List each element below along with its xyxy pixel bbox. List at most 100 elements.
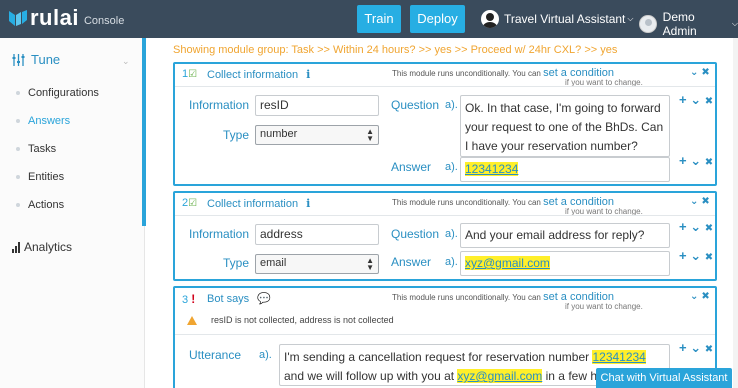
logo-subtitle: Console: [83, 15, 125, 27]
answer-label: Answer: [391, 255, 432, 269]
information-input[interactable]: address: [255, 224, 379, 245]
type-select[interactable]: email ▲ ▼: [255, 254, 379, 274]
bullet-icon: [16, 175, 20, 179]
module-title[interactable]: Collect information i: [207, 68, 310, 81]
question-text[interactable]: Ok. In that case, I'm going to forward y…: [460, 95, 670, 157]
chevron-down-icon[interactable]: ⌄: [690, 92, 701, 107]
checkbox-checked-icon: ☑: [188, 198, 198, 209]
user-name: Demo Admin: [662, 10, 697, 38]
checkbox-checked-icon: ☑: [188, 69, 198, 80]
chevron-down-icon[interactable]: ⌄: [122, 56, 130, 67]
module-title[interactable]: Bot says 💬: [207, 292, 271, 305]
select-arrows-icon: ▲ ▼: [366, 127, 374, 143]
close-icon[interactable]: ✖: [705, 252, 713, 263]
select-arrows-icon: ▲ ▼: [366, 256, 374, 272]
alert-icon: !: [191, 292, 196, 306]
info-icon[interactable]: i: [306, 197, 310, 210]
logo-mark-icon: [9, 10, 27, 26]
sliders-icon: [12, 53, 25, 66]
warning-text: resID is not collected, address is not c…: [211, 315, 394, 325]
close-icon[interactable]: ✖: [705, 223, 713, 234]
sidebar-item-entities[interactable]: Entities: [28, 171, 64, 183]
entity-highlight: 12341234: [465, 162, 519, 176]
plus-icon[interactable]: +: [679, 248, 687, 263]
user-menu[interactable]: Demo Admin ⌵: [639, 10, 738, 38]
close-icon[interactable]: ✖: [701, 196, 709, 207]
chat-bubble-icon[interactable]: 💬: [257, 293, 271, 305]
question-text[interactable]: And your email address for reply?: [460, 223, 670, 248]
sidebar: Tune ⌄ Configurations Answers Tasks Enti…: [0, 38, 145, 388]
question-index: a).: [445, 99, 458, 111]
sidebar-item-actions[interactable]: Actions: [28, 199, 64, 211]
question-controls: + ⌄ ✖: [679, 219, 713, 235]
divider: [175, 215, 715, 216]
close-icon[interactable]: ✖: [701, 67, 709, 78]
utterance-controls: + ⌄ ✖: [679, 340, 713, 356]
module-card-1: 1☑ Collect information i This module runs…: [173, 62, 717, 186]
plus-icon[interactable]: +: [679, 340, 687, 355]
breadcrumb: Showing module group: Task >> Within 24 …: [173, 44, 618, 56]
close-icon[interactable]: ✖: [701, 291, 709, 302]
close-icon[interactable]: ✖: [705, 344, 713, 355]
plus-icon[interactable]: +: [679, 219, 687, 234]
information-input[interactable]: resID: [255, 95, 379, 116]
sidebar-active-accent: [142, 38, 146, 226]
information-label: Information: [189, 98, 250, 112]
type-select[interactable]: number ▲ ▼: [255, 125, 379, 145]
chevron-down-icon[interactable]: ⌄: [690, 219, 701, 234]
module-number: 1☑: [182, 68, 198, 80]
plus-icon[interactable]: +: [679, 153, 687, 168]
answer-controls: + ⌄ ✖: [679, 153, 713, 169]
entity-highlight: 12341234: [592, 350, 646, 364]
module-title[interactable]: Collect information i: [207, 197, 310, 210]
information-label: Information: [189, 227, 250, 241]
top-bar: rulai Console Train Deploy Travel Virtua…: [0, 0, 738, 38]
bar-chart-icon: [12, 241, 20, 253]
chevron-down-icon: ⌵: [731, 19, 738, 28]
answer-label: Answer: [391, 160, 432, 174]
bullet-icon: [16, 91, 20, 95]
collapse-icon[interactable]: ⌄: [690, 67, 698, 78]
sidebar-item-tasks[interactable]: Tasks: [28, 143, 56, 155]
answer-index: a).: [445, 161, 458, 173]
plus-icon[interactable]: +: [679, 92, 687, 107]
close-icon[interactable]: ✖: [705, 157, 713, 168]
chevron-down-icon[interactable]: ⌄: [690, 248, 701, 263]
answer-text[interactable]: 12341234: [460, 157, 670, 182]
chat-with-assistant-button[interactable]: Chat with Virtual Assistant: [596, 368, 732, 388]
answer-text[interactable]: xyz@gmail.com: [460, 251, 670, 276]
module-condition-hint: if you want to change.: [565, 302, 643, 311]
sidebar-item-configurations[interactable]: Configurations: [28, 87, 99, 99]
close-icon[interactable]: ✖: [705, 96, 713, 107]
train-button[interactable]: Train: [357, 5, 401, 33]
warning-row: resID is not collected, address is not c…: [187, 315, 394, 325]
logo-text: rulai: [30, 5, 79, 30]
sidebar-tune-label: Tune: [31, 52, 61, 67]
deploy-button[interactable]: Deploy: [410, 5, 465, 33]
bullet-icon: [16, 203, 20, 207]
collapse-icon[interactable]: ⌄: [690, 291, 698, 302]
divider: [175, 86, 715, 87]
utterance-index: a).: [259, 349, 272, 361]
sidebar-tune[interactable]: Tune: [12, 52, 60, 67]
warning-icon: [187, 315, 197, 325]
chevron-down-icon[interactable]: ⌄: [690, 340, 701, 355]
chevron-down-icon[interactable]: ⌄: [690, 153, 701, 168]
type-select-value: email: [260, 257, 287, 269]
module-number: 2☑: [182, 197, 198, 209]
sidebar-item-answers[interactable]: Answers: [28, 115, 70, 127]
logo[interactable]: rulai Console: [8, 7, 124, 29]
type-label: Type: [222, 128, 249, 142]
assistant-selector[interactable]: Travel Virtual Assistant ⌵: [481, 10, 633, 28]
info-icon[interactable]: i: [306, 68, 310, 81]
question-label: Question: [391, 98, 440, 112]
module-header: 1☑ Collect information i This module runs…: [175, 64, 715, 87]
divider: [175, 334, 715, 335]
collapse-icon[interactable]: ⌄: [690, 196, 698, 207]
scrollbar[interactable]: [733, 38, 738, 388]
sidebar-item-analytics[interactable]: Analytics: [12, 240, 72, 254]
module-controls: ⌄ ✖: [690, 196, 710, 207]
question-index: a).: [445, 228, 458, 240]
assistant-avatar-icon: [481, 10, 499, 28]
answer-controls: + ⌄ ✖: [679, 248, 713, 264]
